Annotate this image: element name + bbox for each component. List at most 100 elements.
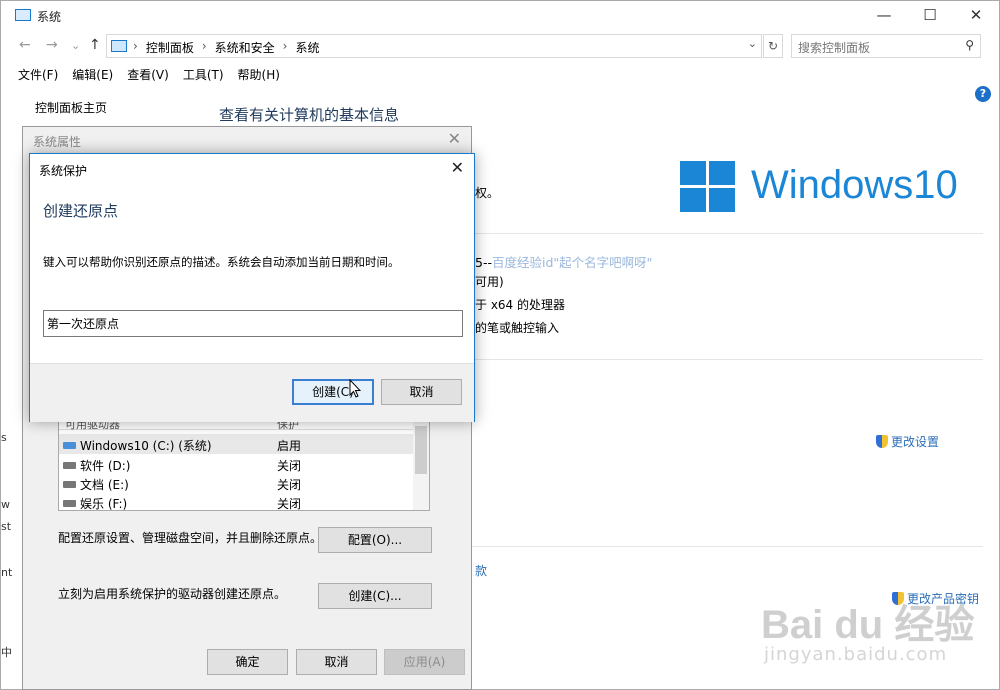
drive-name: 软件 (D:) [63, 457, 130, 474]
baidu-watermark: Bai du 经验 [761, 603, 975, 647]
windows-logo-text: Windows10 [751, 163, 958, 207]
windows-logo-icon [680, 161, 736, 213]
forward-icon[interactable]: → [46, 37, 58, 53]
list-item[interactable]: 文档 (E:) 关闭 [59, 473, 415, 493]
drive-label: Windows10 (C:) (系统) [80, 439, 212, 453]
divider [471, 546, 983, 547]
system-properties-title: 系统属性 [33, 135, 82, 149]
create-restore-point-button[interactable]: 创建(C)... [318, 583, 432, 609]
create-button[interactable]: 创建(C) [292, 379, 374, 405]
text-fragment: 的笔或触控输入 [475, 321, 560, 335]
title-bar: 系统 — ☐ ✕ [1, 1, 999, 31]
drive-state: 关闭 [277, 478, 302, 492]
window-controls: — ☐ ✕ [861, 1, 999, 31]
text-fragment: 于 x64 的处理器 [475, 298, 566, 312]
drive-label: 软件 (D:) [80, 459, 131, 473]
drive-list[interactable]: 可用驱动器 保护 Windows10 (C:) (系统) 启用 软件 (D:) … [58, 421, 430, 511]
system-protection-dialog: 系统保护 ✕ 创建还原点 键入可以帮助你识别还原点的描述。系统会自动添加当前日期… [29, 153, 475, 422]
maximize-button[interactable]: ☐ [907, 1, 953, 31]
left-edge-text: nt [1, 566, 13, 579]
close-button[interactable]: ✕ [953, 1, 999, 31]
drive-name: Windows10 (C:) (系统) [63, 437, 212, 454]
address-bar[interactable]: › 控制面板 › 系统和安全 › 系统 ⌄ [106, 34, 762, 58]
text-fragment: 5--百度经验id"起个名字吧啊呀" [475, 252, 652, 271]
menu-bar: 文件(F) 编辑(E) 查看(V) 工具(T) 帮助(H) [1, 63, 280, 85]
drive-icon [63, 462, 76, 469]
recent-dropdown-icon[interactable]: ⌄ [71, 39, 80, 52]
configure-description: 配置还原设置、管理磁盘空间，并且删除还原点。 [58, 531, 323, 545]
mouse-cursor-icon [349, 379, 361, 398]
list-item[interactable]: 娱乐 (F:) 关闭 [59, 492, 415, 511]
drive-icon [63, 500, 76, 507]
back-icon[interactable]: ← [19, 37, 31, 53]
text-fragment: 权。 [475, 186, 500, 200]
license-terms-link[interactable]: 款 [475, 562, 487, 579]
drive-label: 文档 (E:) [80, 478, 129, 492]
computer-name-text: 百度经验id"起个名字吧啊呀" [491, 255, 653, 270]
left-edge-text: 中 [1, 646, 12, 659]
computer-icon [15, 9, 31, 21]
baidu-watermark-url: jingyan.baidu.com [764, 644, 948, 665]
dialog-heading: 创建还原点 [43, 202, 119, 220]
dialog-footer: 创建(C) 取消 [30, 363, 474, 422]
drive-state: 关闭 [277, 459, 302, 473]
change-settings-link[interactable]: 更改设置 [876, 433, 939, 450]
address-row: ← → ⌄ ↑ › 控制面板 › 系统和安全 › 系统 ⌄ ↻ 搜索控制面板 ⚲ [1, 31, 999, 61]
drive-list-scrollbar[interactable] [413, 422, 429, 510]
left-edge-text: st [1, 520, 12, 533]
cancel-button[interactable]: 取消 [296, 649, 377, 675]
drive-header-label: 可用驱动器 [65, 421, 120, 431]
list-item[interactable]: Windows10 (C:) (系统) 启用 [59, 434, 415, 454]
page-title: 查看有关计算机的基本信息 [219, 106, 400, 124]
drive-state: 关闭 [277, 497, 302, 511]
restore-point-description-input[interactable]: 第一次还原点 [43, 310, 463, 337]
drive-label: 娱乐 (F:) [80, 497, 128, 511]
text-fragment: 可用) [475, 275, 504, 289]
drive-name: 文档 (E:) [63, 476, 129, 493]
menu-help[interactable]: 帮助(H) [238, 63, 280, 85]
menu-view[interactable]: 查看(V) [127, 63, 169, 85]
scrollbar-thumb[interactable] [415, 426, 427, 474]
dialog-description: 键入可以帮助你识别还原点的描述。系统会自动添加当前日期和时间。 [43, 255, 400, 269]
refresh-button[interactable]: ↻ [763, 34, 783, 58]
control-panel-icon [111, 40, 127, 52]
protection-header-label: 保护 [277, 421, 299, 431]
divider [471, 233, 983, 234]
sidebar-item-control-panel-home[interactable]: 控制面板主页 [35, 99, 107, 116]
close-icon[interactable]: ✕ [448, 129, 461, 148]
breadcrumb-system[interactable]: 系统 [295, 39, 319, 56]
minimize-button[interactable]: — [861, 1, 907, 31]
breadcrumb-control-panel[interactable]: 控制面板 [146, 39, 194, 56]
breadcrumb-system-security[interactable]: 系统和安全 [215, 39, 275, 56]
menu-edit[interactable]: 编辑(E) [72, 63, 113, 85]
dialog-title: 系统保护 [39, 164, 88, 178]
search-icon: ⚲ [965, 38, 974, 52]
drive-list-header: 可用驱动器 保护 [59, 421, 429, 431]
apply-button[interactable]: 应用(A) [384, 649, 465, 675]
menu-file[interactable]: 文件(F) [18, 63, 58, 85]
left-edge-text: s [1, 431, 7, 444]
breadcrumb-separator: › [201, 39, 207, 53]
breadcrumb-separator: › [133, 39, 138, 53]
left-edge-text: w [1, 498, 10, 511]
text-fragment-prefix: 5-- [475, 255, 492, 270]
breadcrumb: › 控制面板 › 系统和安全 › 系统 [133, 39, 319, 56]
list-item[interactable]: 软件 (D:) 关闭 [59, 454, 415, 474]
chevron-down-icon[interactable]: ⌄ [748, 37, 757, 50]
breadcrumb-separator: › [282, 39, 288, 53]
search-input[interactable]: 搜索控制面板 ⚲ [791, 34, 981, 58]
configure-button[interactable]: 配置(O)... [318, 527, 432, 553]
menu-tools[interactable]: 工具(T) [183, 63, 224, 85]
close-icon[interactable]: ✕ [451, 158, 464, 177]
ok-button[interactable]: 确定 [207, 649, 288, 675]
change-settings-label: 更改设置 [891, 435, 940, 449]
drive-icon [63, 481, 76, 488]
search-placeholder: 搜索控制面板 [798, 41, 871, 55]
drive-state: 启用 [277, 439, 302, 453]
help-icon[interactable]: ? [975, 86, 991, 102]
cancel-button[interactable]: 取消 [381, 379, 462, 405]
shield-icon [876, 435, 888, 448]
divider [471, 359, 983, 360]
drive-name: 娱乐 (F:) [63, 495, 128, 511]
up-icon[interactable]: ↑ [89, 37, 101, 53]
